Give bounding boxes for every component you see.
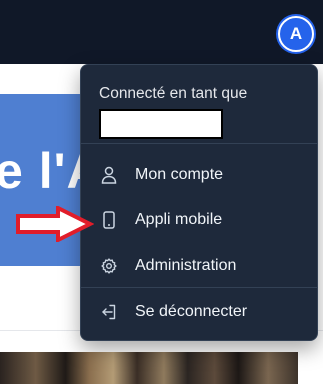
user-avatar-button[interactable]: A [278, 16, 314, 52]
banner-title: e l'A [0, 143, 90, 199]
menu-item-administration[interactable]: Administration [81, 246, 317, 286]
menu-item-logout[interactable]: Se déconnecter [81, 292, 317, 332]
redacted-username [99, 109, 223, 139]
annotation-arrow-icon [16, 206, 94, 242]
connected-as-label: Connecté en tant que [99, 85, 248, 102]
top-navbar: A [0, 0, 323, 64]
user-icon [101, 166, 117, 184]
user-dropdown-menu: Connecté en tant que Mon compte Appli mo… [80, 64, 318, 341]
menu-item-label: Mon compte [135, 166, 224, 183]
gallery-image[interactable] [0, 352, 298, 384]
menu-item-mobile-app[interactable]: Appli mobile [81, 200, 317, 240]
settings-icon [101, 257, 117, 275]
menu-item-label: Appli mobile [135, 211, 223, 228]
menu-item-account[interactable]: Mon compte [81, 155, 317, 195]
menu-header: Connecté en tant que [81, 65, 317, 143]
menu-separator [81, 287, 317, 288]
menu-item-label: Se déconnecter [135, 303, 248, 320]
smartphone-icon [101, 211, 117, 229]
menu-separator [81, 143, 317, 144]
menu-item-label: Administration [135, 257, 237, 274]
logout-icon [101, 303, 117, 321]
